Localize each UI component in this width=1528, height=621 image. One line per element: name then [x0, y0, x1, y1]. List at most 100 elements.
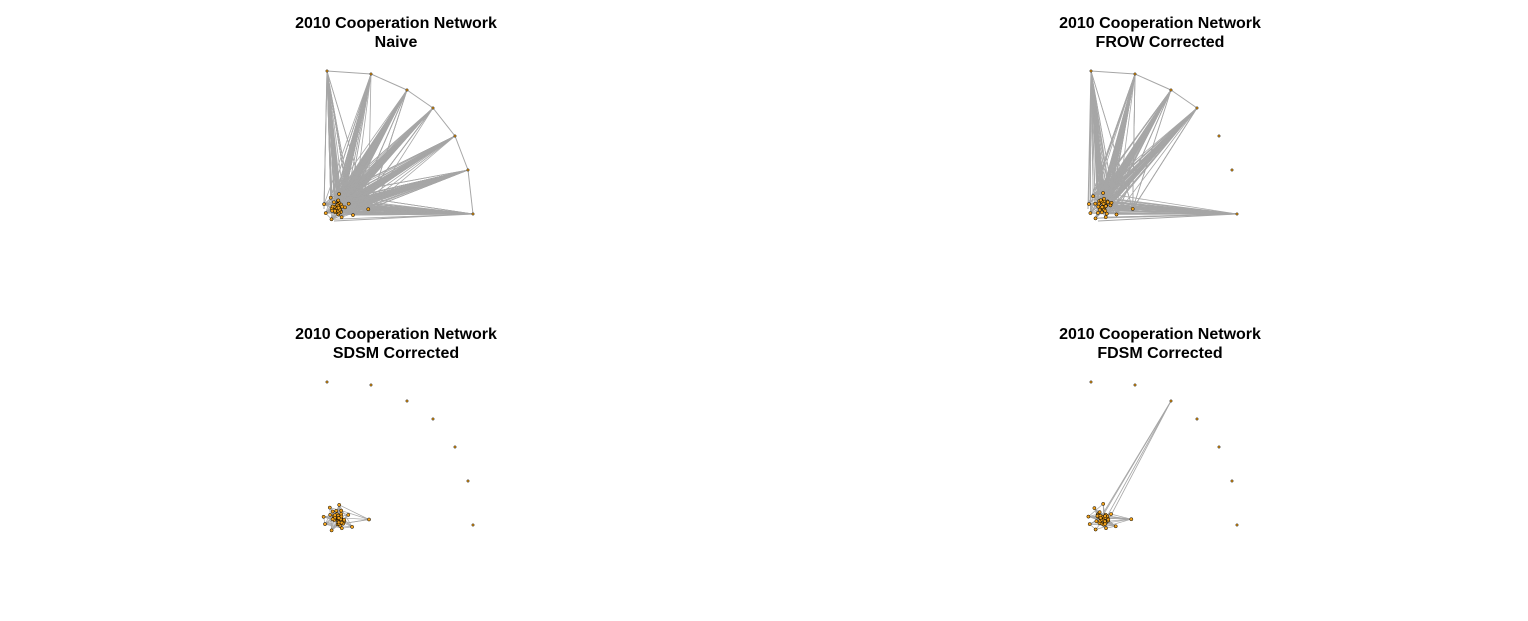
- cluster-node: [1102, 196, 1106, 201]
- cluster-node: [1130, 207, 1135, 211]
- cluster-node: [1088, 211, 1093, 215]
- edge: [1095, 107, 1198, 204]
- cluster-node: [327, 505, 332, 510]
- periphery-node: [1089, 380, 1093, 384]
- periphery-node: [1195, 417, 1199, 421]
- edge: [1106, 400, 1172, 517]
- periphery-node: [405, 399, 409, 403]
- cluster-node: [342, 517, 346, 522]
- cluster-node: [1101, 201, 1106, 206]
- cluster-node: [1091, 194, 1096, 199]
- edge: [1092, 107, 1198, 197]
- periphery-node: [1133, 383, 1137, 387]
- edge: [1132, 107, 1198, 210]
- cluster-node: [1093, 527, 1098, 532]
- cluster-node: [333, 513, 337, 518]
- ring-edge: [454, 135, 469, 171]
- network-graph-sdsm: [321, 380, 475, 533]
- ring-edge: [432, 107, 456, 137]
- cluster-node: [323, 522, 327, 526]
- periphery-node: [1235, 523, 1239, 527]
- cluster-node: [1095, 514, 1100, 518]
- cluster-node: [336, 516, 341, 520]
- cluster-node: [328, 195, 333, 200]
- cluster-node: [330, 204, 335, 209]
- panel-frow: 2010 Cooperation Network FROW Corrected: [1010, 10, 1310, 300]
- ring-edge: [370, 73, 408, 91]
- periphery-node: [1217, 445, 1221, 449]
- cluster-node: [1101, 502, 1106, 506]
- cluster-node: [1103, 514, 1107, 518]
- edges: [323, 70, 474, 222]
- cluster-node: [1097, 510, 1102, 514]
- periphery-node: [405, 88, 409, 92]
- cluster-node: [336, 198, 341, 203]
- ring-edge: [1090, 70, 1136, 75]
- cluster-node: [330, 208, 335, 213]
- cluster-node: [366, 207, 371, 212]
- periphery-node: [1230, 168, 1234, 172]
- cluster-node: [1094, 519, 1099, 524]
- edge: [1107, 400, 1172, 521]
- cluster-node: [328, 512, 333, 517]
- ring-edge: [406, 89, 434, 109]
- cluster-node: [321, 514, 326, 519]
- cluster-node: [1106, 517, 1111, 522]
- cluster-node: [1093, 216, 1098, 221]
- network-graph-naive: [322, 69, 475, 222]
- periphery-node: [1230, 479, 1234, 483]
- periphery-node: [1089, 69, 1093, 73]
- periphery-node: [431, 417, 435, 421]
- cluster-node: [1109, 512, 1113, 516]
- panel-naive: 2010 Cooperation Network Naive: [246, 10, 546, 300]
- cluster-node: [1103, 209, 1108, 213]
- cluster-node: [340, 204, 345, 209]
- cluster-node: [332, 200, 336, 205]
- periphery-node: [369, 72, 373, 76]
- periphery-node: [466, 479, 470, 483]
- network-graph-fdsm: [1086, 380, 1239, 532]
- periphery-node: [1133, 72, 1137, 76]
- panel-sdsm: 2010 Cooperation Network SDSM Corrected: [246, 321, 546, 611]
- periphery-node: [325, 69, 329, 73]
- cluster-node: [1096, 211, 1100, 215]
- cluster-node: [330, 509, 335, 514]
- cluster-node: [351, 213, 355, 217]
- cluster-node: [1104, 526, 1108, 531]
- periphery-node: [325, 380, 329, 384]
- cluster-node: [1129, 517, 1134, 522]
- cluster-node: [1100, 205, 1105, 209]
- periphery-node: [1169, 399, 1173, 403]
- cluster-node: [1092, 506, 1097, 510]
- cluster-node: [1106, 200, 1110, 205]
- edges: [1087, 70, 1238, 222]
- periphery-node: [369, 383, 373, 387]
- cluster-node: [337, 192, 341, 196]
- periphery-node: [1195, 106, 1199, 110]
- cluster-node: [350, 525, 354, 529]
- cluster-node: [336, 205, 341, 210]
- cluster-node: [339, 526, 344, 531]
- ring-edge: [1134, 73, 1172, 91]
- periphery-node: [431, 106, 435, 110]
- ring-edge: [467, 169, 474, 215]
- cluster-node: [1096, 204, 1101, 209]
- cluster-node: [1109, 200, 1114, 205]
- cluster-node: [1097, 201, 1101, 206]
- nodes: [1086, 380, 1239, 532]
- cluster-node: [1087, 522, 1092, 526]
- cluster-node: [1098, 516, 1103, 520]
- cluster-node: [1103, 215, 1108, 220]
- periphery-node: [471, 523, 475, 527]
- cluster-node: [1114, 212, 1119, 217]
- cluster-node: [329, 528, 334, 533]
- cluster-node: [339, 215, 344, 220]
- cluster-node: [339, 508, 344, 513]
- cluster-node: [334, 508, 339, 513]
- ring-edge: [1170, 89, 1198, 109]
- cluster-node: [1101, 191, 1105, 195]
- cluster-node: [1093, 201, 1098, 206]
- periphery-node: [471, 212, 475, 216]
- edge: [1101, 400, 1172, 518]
- cluster-node: [339, 520, 344, 525]
